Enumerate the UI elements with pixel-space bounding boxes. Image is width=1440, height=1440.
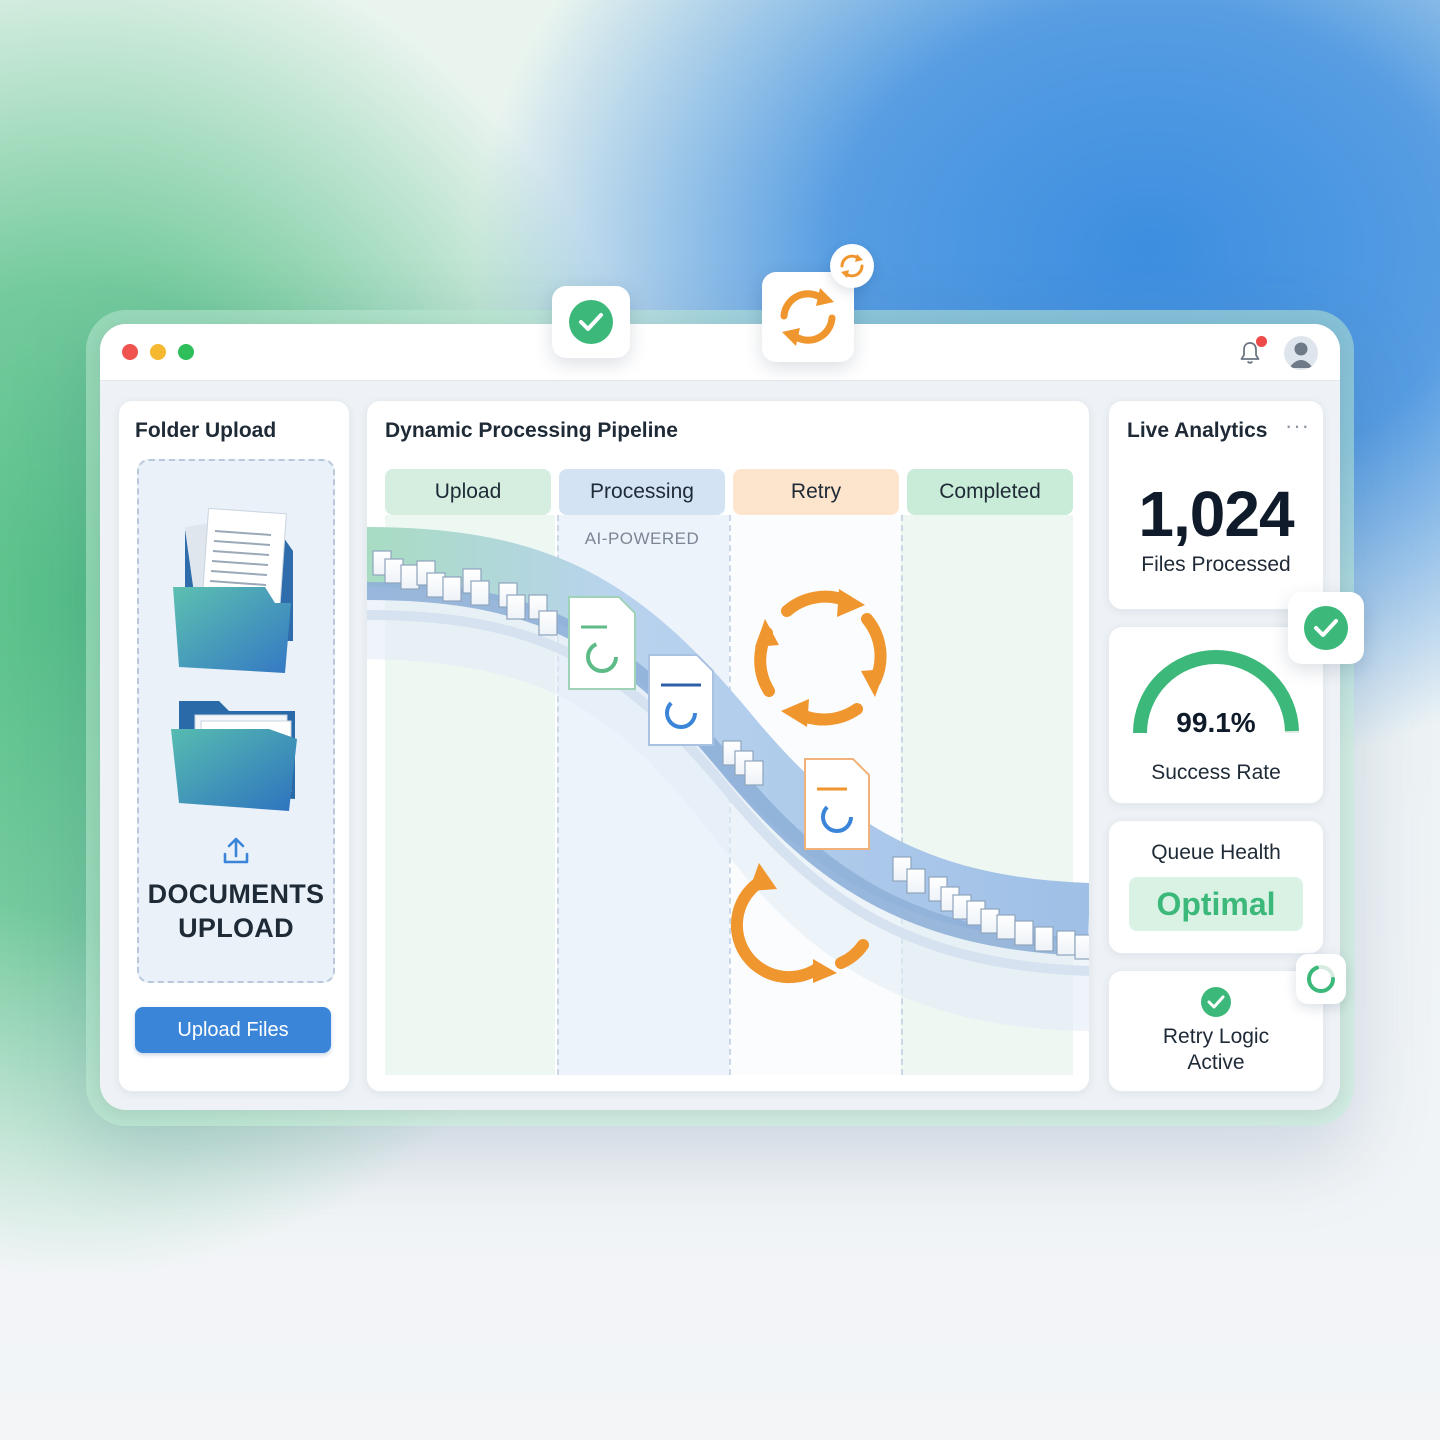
check-icon	[1304, 606, 1348, 650]
live-analytics-card: Live Analytics ··· 1,024 Files Processed	[1108, 400, 1324, 610]
live-analytics-title: Live Analytics	[1127, 419, 1268, 442]
title-bar	[100, 324, 1340, 381]
retry-logic-label-line1: Retry Logic	[1162, 1025, 1270, 1048]
retry-cycle-icon	[754, 590, 887, 726]
small-sync-badge	[830, 244, 874, 288]
maximize-window-button[interactable]	[178, 344, 194, 360]
queue-health-card: Queue Health Optimal	[1108, 820, 1324, 954]
success-rate-label: Success Rate	[1151, 761, 1281, 784]
success-rate-value: 99.1%	[1176, 707, 1256, 738]
retry-logic-card: Retry Logic Active	[1108, 970, 1324, 1092]
notification-badge	[1256, 336, 1267, 347]
queue-health-label: Queue Health	[1151, 841, 1281, 864]
document-folder-icon	[173, 507, 293, 673]
close-window-button[interactable]	[122, 344, 138, 360]
processing-doc-1	[568, 596, 636, 690]
user-avatar-icon[interactable]	[1284, 336, 1318, 370]
floating-success-tile	[552, 286, 630, 358]
folder-upload-card: Folder Upload DOCUMENTS UPLOAD Upload Fi…	[118, 400, 350, 1092]
drop-zone-label-line1: DOCUMENTS	[147, 879, 325, 909]
upload-drop-zone[interactable]: DOCUMENTS UPLOAD	[137, 459, 335, 983]
files-processed-value: 1,024	[1138, 478, 1294, 550]
more-options-icon[interactable]: ···	[1285, 413, 1310, 439]
retry-logic-label-line2: Active	[1187, 1051, 1245, 1074]
minimize-window-button[interactable]	[150, 344, 166, 360]
retry-check-icon	[1201, 987, 1231, 1017]
folder-upload-title: Folder Upload	[135, 419, 277, 442]
queue-health-badge: Optimal	[1129, 877, 1303, 931]
folder-icon	[171, 701, 297, 811]
floating-analytics-check-tile	[1288, 592, 1364, 664]
files-processed-label: Files Processed	[1141, 553, 1291, 576]
processing-doc-2	[648, 654, 714, 746]
small-sync-icon	[840, 254, 864, 278]
retry-doc	[804, 758, 870, 850]
upload-arrow-icon	[223, 837, 249, 864]
app-window: Folder Upload DOCUMENTS UPLOAD Upload Fi…	[100, 324, 1340, 1110]
pipeline-conveyor	[367, 527, 1089, 1031]
pipeline-card: Dynamic Processing Pipeline Upload Proce…	[366, 400, 1090, 1092]
loading-spinner-icon	[1307, 965, 1335, 993]
drop-zone-label-line2: UPLOAD	[178, 913, 294, 943]
upload-files-button[interactable]: Upload Files	[135, 1007, 331, 1053]
floating-loading-badge	[1296, 954, 1346, 1004]
check-icon	[569, 300, 613, 344]
